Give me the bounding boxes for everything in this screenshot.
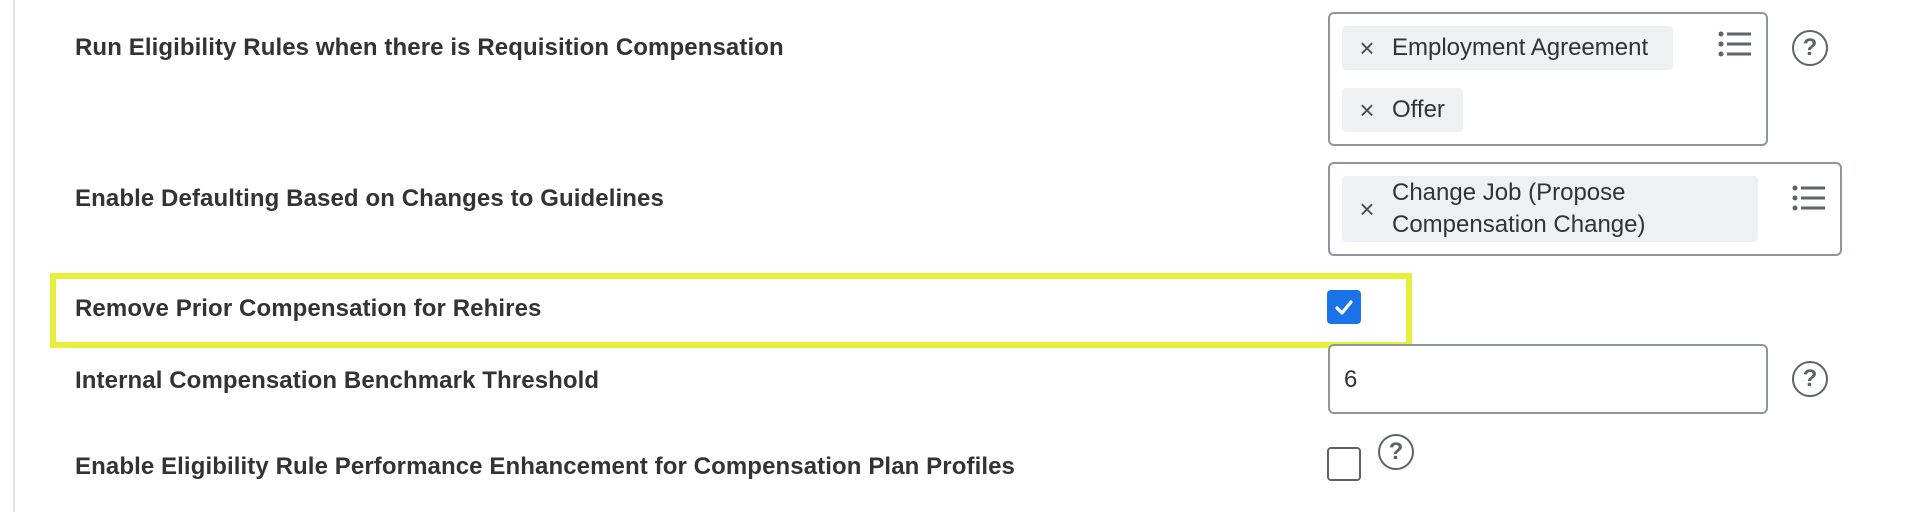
remove-chip-icon[interactable]: ×: [1342, 33, 1392, 64]
checkmark-icon: [1335, 300, 1353, 315]
multiselect-enable-defaulting[interactable]: × Change Job (Propose Compensation Chang…: [1328, 162, 1842, 256]
left-divider: [13, 0, 15, 512]
label-enable-defaulting: Enable Defaulting Based on Changes to Gu…: [75, 185, 664, 212]
chip-employment-agreement: × Employment Agreement: [1342, 26, 1673, 70]
label-run-eligibility-rules: Run Eligibility Rules when there is Requ…: [75, 34, 784, 61]
remove-chip-icon[interactable]: ×: [1342, 95, 1392, 126]
label-eligibility-performance: Enable Eligibility Rule Performance Enha…: [75, 453, 1016, 480]
chip-label: Offer: [1392, 96, 1445, 123]
list-prompt-icon[interactable]: [1718, 30, 1752, 60]
input-value: 6: [1344, 366, 1358, 393]
checkbox-remove-prior-compensation[interactable]: [1327, 290, 1361, 324]
input-benchmark-threshold[interactable]: 6: [1328, 344, 1768, 414]
remove-chip-icon[interactable]: ×: [1342, 194, 1392, 225]
list-prompt-icon[interactable]: [1792, 184, 1826, 214]
help-icon[interactable]: ?: [1792, 361, 1828, 397]
chip-label: Change Job (Propose Compensation Change): [1392, 179, 1646, 238]
chip-label: Employment Agreement: [1392, 34, 1649, 61]
help-icon[interactable]: ?: [1378, 434, 1414, 470]
help-icon[interactable]: ?: [1792, 30, 1828, 66]
chip-change-job: × Change Job (Propose Compensation Chang…: [1342, 176, 1758, 242]
checkbox-eligibility-performance[interactable]: [1327, 447, 1361, 481]
chip-offer: × Offer: [1342, 88, 1463, 132]
multiselect-run-eligibility-rules[interactable]: × Employment Agreement × Offer: [1328, 12, 1768, 146]
label-remove-prior-compensation: Remove Prior Compensation for Rehires: [75, 295, 542, 322]
label-benchmark-threshold: Internal Compensation Benchmark Threshol…: [75, 367, 600, 394]
